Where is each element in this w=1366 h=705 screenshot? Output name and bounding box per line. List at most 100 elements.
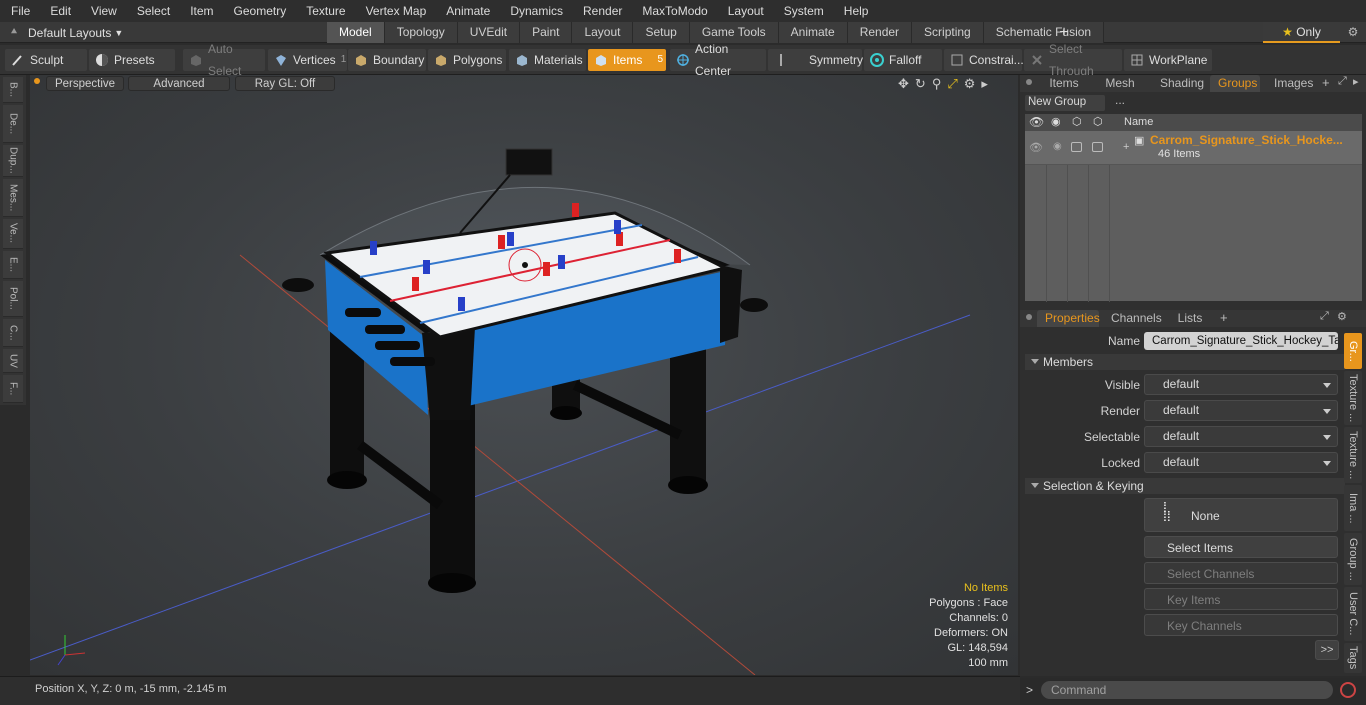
side-tab-group[interactable]: Gr... [1344,333,1362,369]
menu-select[interactable]: Select [127,0,180,22]
key-items-button[interactable]: Key Items [1144,588,1338,610]
view-type-button[interactable]: Perspective [46,76,124,91]
tab-lists[interactable]: Lists [1167,310,1213,327]
tab-render[interactable]: Render [847,22,913,43]
tab-items[interactable]: Items [1040,75,1088,92]
side-tab-group-2[interactable]: Group ... [1344,533,1362,585]
selectable-dropdown[interactable]: default [1144,426,1338,447]
shading-button[interactable]: Advanced [128,76,230,91]
tab-scripting[interactable]: Scripting [912,22,984,43]
row-render-icon[interactable]: ◉ [1053,141,1062,152]
locked-dropdown[interactable]: default [1144,452,1338,473]
tab-properties[interactable]: Properties [1037,310,1100,327]
select-icon[interactable]: ⬡ [1093,115,1103,128]
symmetry-button[interactable]: Symmetry [768,49,863,71]
menu-geometry[interactable]: Geometry [224,0,297,22]
name-column-header[interactable]: Name [1124,116,1153,128]
left-tab-6[interactable]: Pol... [3,281,23,317]
left-tab-7[interactable]: C... [3,319,23,347]
tab-channels[interactable]: Channels [1103,310,1163,327]
presets-button[interactable]: Presets [89,49,175,71]
menu-maxtomodo[interactable]: MaxToModo [632,0,717,22]
3d-viewport[interactable] [30,75,1018,675]
add-properties-tab-icon[interactable]: + [1220,310,1228,325]
menu-texture[interactable]: Texture [296,0,355,22]
selection-keying-section[interactable]: Selection & Keying [1025,478,1345,494]
group-name[interactable]: Carrom_Signature_Stick_Hocke... [1150,133,1355,147]
visible-dropdown[interactable]: default [1144,374,1338,395]
menu-dynamics[interactable]: Dynamics [500,0,573,22]
panel-menu-icon[interactable]: ▸ [1353,75,1359,88]
row-select-checkbox[interactable] [1092,142,1103,152]
render-dropdown[interactable]: default [1144,400,1338,421]
group-row[interactable]: 👁 ◉ + ▣ Carrom_Signature_Stick_Hocke... … [1025,131,1362,164]
tab-groups[interactable]: Groups [1210,75,1260,92]
side-tab-user-channels[interactable]: User C... [1344,587,1362,641]
add-panel-tab-icon[interactable]: + [1322,75,1330,90]
row-lock-checkbox[interactable] [1071,142,1082,152]
tab-paint[interactable]: Paint [520,22,573,43]
lock-icon[interactable]: ⬡ [1072,115,1082,128]
command-input[interactable]: Command [1041,681,1333,699]
side-tab-image[interactable]: Ima ... [1344,485,1362,531]
menu-animate[interactable]: Animate [436,0,500,22]
name-field[interactable]: Carrom_Signature_Stick_Hockey_Tabl [1144,332,1338,350]
left-tab-9[interactable]: F... [3,375,23,403]
viewport-settings-gear-icon[interactable]: ⚙ [964,76,976,92]
tab-topology[interactable]: Topology [384,22,458,43]
rotate-view-icon[interactable]: ↻ [915,76,926,92]
settings-gear-icon[interactable]: ⚙ [1342,22,1364,43]
select-channels-button[interactable]: Select Channels [1144,562,1338,584]
tab-layout[interactable]: Layout [572,22,634,43]
render-icon[interactable]: ◉ [1051,115,1061,128]
tab-uvedit[interactable]: UVEdit [457,22,521,43]
pin-icon[interactable]: ⯅ [0,26,28,39]
falloff-button[interactable]: Falloff [864,49,942,71]
tab-setup[interactable]: Setup [633,22,690,43]
tab-images[interactable]: Images [1266,75,1318,92]
left-tab-1[interactable]: De... [3,105,23,143]
row-eye-icon[interactable]: 👁 [1029,141,1043,154]
record-icon[interactable] [1340,682,1356,698]
vertices-button[interactable]: Vertices 1 [268,49,347,71]
side-tab-tags[interactable]: Tags [1344,643,1362,673]
key-channels-button[interactable]: Key Channels [1144,614,1338,636]
tab-mesh[interactable]: Mesh ... [1092,75,1148,107]
expand-plus-icon[interactable]: + [1123,141,1129,153]
raygl-button[interactable]: Ray GL: Off [235,76,335,91]
tab-shading[interactable]: Shading [1152,75,1206,92]
properties-expand-icon[interactable]: ⤢ [1320,310,1329,323]
expand-arrow-icon[interactable]: ▸ [981,76,988,92]
left-tab-3[interactable]: Mes... [3,179,23,217]
menu-view[interactable]: View [81,0,127,22]
menu-vertex-map[interactable]: Vertex Map [356,0,437,22]
members-section[interactable]: Members [1025,354,1345,370]
auto-select-button[interactable]: Auto Select [183,42,265,78]
menu-help[interactable]: Help [834,0,879,22]
left-tab-2[interactable]: Dup... [3,145,23,177]
menu-edit[interactable]: Edit [40,0,81,22]
select-through-button[interactable]: Select Through [1024,42,1122,78]
properties-gear-icon[interactable]: ⚙ [1337,310,1347,323]
fit-view-icon[interactable]: ⤢ [947,76,957,92]
menu-render[interactable]: Render [573,0,632,22]
materials-button[interactable]: Materials [509,49,586,71]
more-button[interactable]: >> [1315,640,1339,660]
layout-dropdown[interactable]: ⯅ Default Layouts ▼ [0,22,124,43]
side-tab-texture-1[interactable]: Texture ... [1344,371,1362,425]
sculpt-button[interactable]: Sculpt [5,49,87,71]
tab-animate[interactable]: Animate [778,22,848,43]
action-center-button[interactable]: Action Center [670,42,766,78]
select-items-button[interactable]: Select Items [1144,536,1338,558]
left-tab-0[interactable]: B... [3,77,23,103]
workplane-button[interactable]: WorkPlane [1124,49,1212,71]
new-group-button[interactable]: New Group [1025,95,1105,111]
tab-model[interactable]: Model [327,22,385,43]
expand-panel-icon[interactable]: ⤢ [1338,75,1347,88]
menu-system[interactable]: System [774,0,834,22]
left-tab-5[interactable]: E... [3,251,23,279]
polygons-button[interactable]: Polygons [428,49,506,71]
side-tab-texture-2[interactable]: Texture ... [1344,427,1362,483]
zoom-icon[interactable]: ⚲ [932,76,942,92]
left-tab-4[interactable]: Ve... [3,219,23,249]
